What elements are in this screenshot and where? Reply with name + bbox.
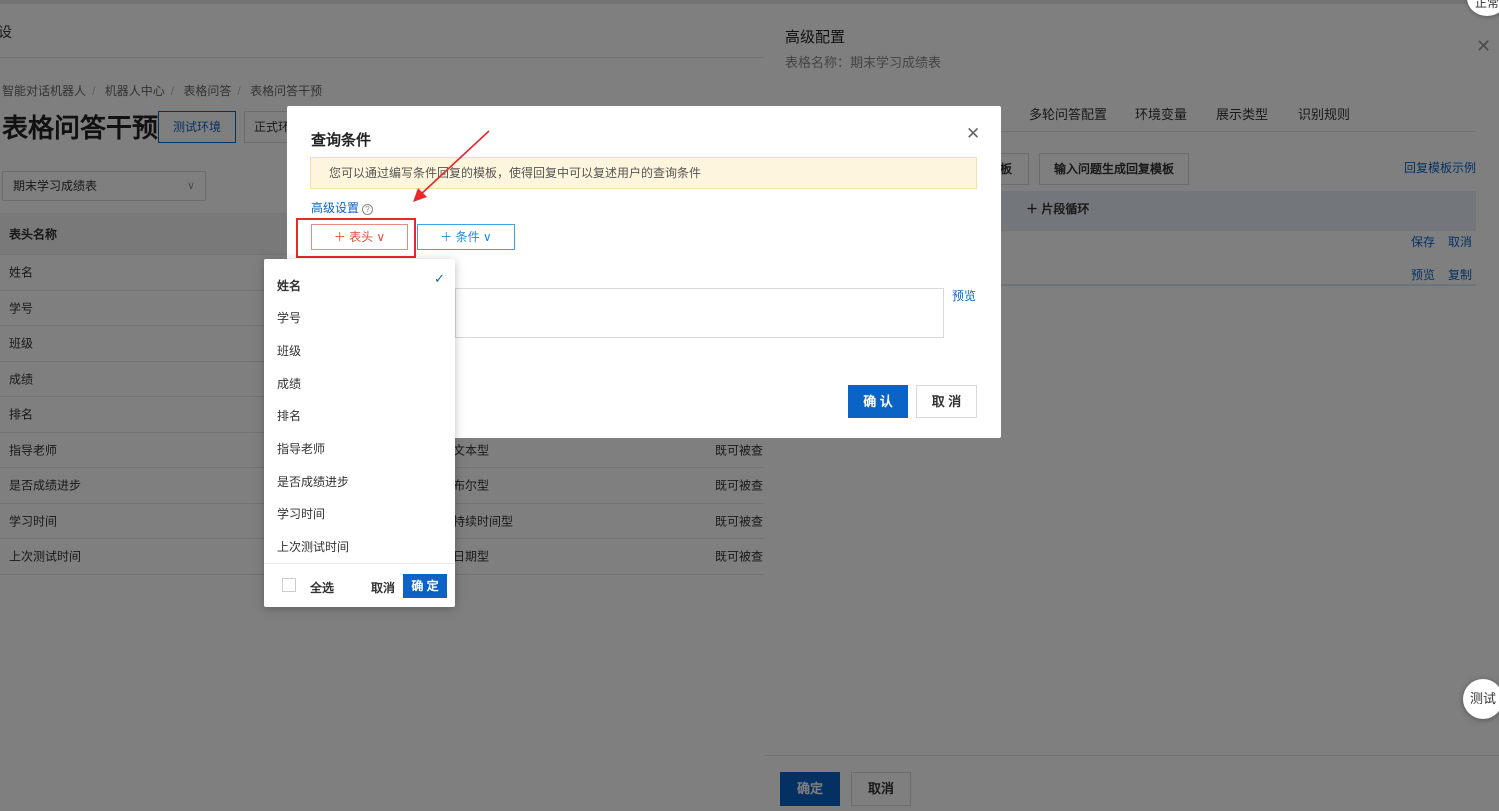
dropdown-option[interactable]: 学号 bbox=[277, 309, 301, 326]
dropdown-option[interactable]: 排名 bbox=[277, 407, 301, 424]
test-float-button[interactable]: 测试 bbox=[1463, 679, 1499, 719]
add-condition-button[interactable]: ＋ 条件 ∨ bbox=[417, 224, 515, 250]
annotation-arrow bbox=[413, 130, 490, 202]
dropdown-option[interactable]: 学习时间 bbox=[277, 505, 325, 522]
modal-confirm-button[interactable]: 确 认 bbox=[848, 385, 908, 418]
dropdown-confirm-button[interactable]: 确 定 bbox=[403, 574, 447, 598]
close-icon[interactable]: ✕ bbox=[966, 124, 980, 144]
highlight-box bbox=[296, 218, 416, 258]
modal-title: 查询条件 bbox=[311, 132, 372, 149]
dropdown-divider bbox=[264, 563, 455, 564]
header-dropdown: 姓名 ✓ 学号 班级 成绩 排名 指导老师 是否成绩进步 学习时间 上次测试时间… bbox=[264, 259, 455, 607]
check-icon: ✓ bbox=[434, 271, 445, 286]
advanced-settings-link[interactable]: 高级设置? bbox=[311, 199, 374, 216]
template-input[interactable] bbox=[455, 288, 944, 338]
dropdown-option[interactable]: 班级 bbox=[277, 342, 301, 359]
dropdown-cancel-button[interactable]: 取消 bbox=[371, 579, 395, 596]
help-icon[interactable]: ? bbox=[362, 204, 374, 215]
dropdown-option[interactable]: 上次测试时间 bbox=[277, 538, 349, 555]
dropdown-option[interactable]: 姓名 bbox=[277, 277, 301, 294]
dropdown-option[interactable]: 指导老师 bbox=[277, 440, 325, 457]
dropdown-option[interactable]: 是否成绩进步 bbox=[277, 473, 349, 490]
modal-cancel-button[interactable]: 取 消 bbox=[916, 385, 977, 418]
preview-link[interactable]: 预览 bbox=[952, 287, 976, 304]
select-all-checkbox[interactable] bbox=[282, 578, 296, 592]
advanced-settings-label: 高级设置 bbox=[311, 201, 360, 215]
dropdown-option[interactable]: 成绩 bbox=[277, 375, 301, 392]
select-all-label[interactable]: 全选 bbox=[310, 579, 334, 596]
